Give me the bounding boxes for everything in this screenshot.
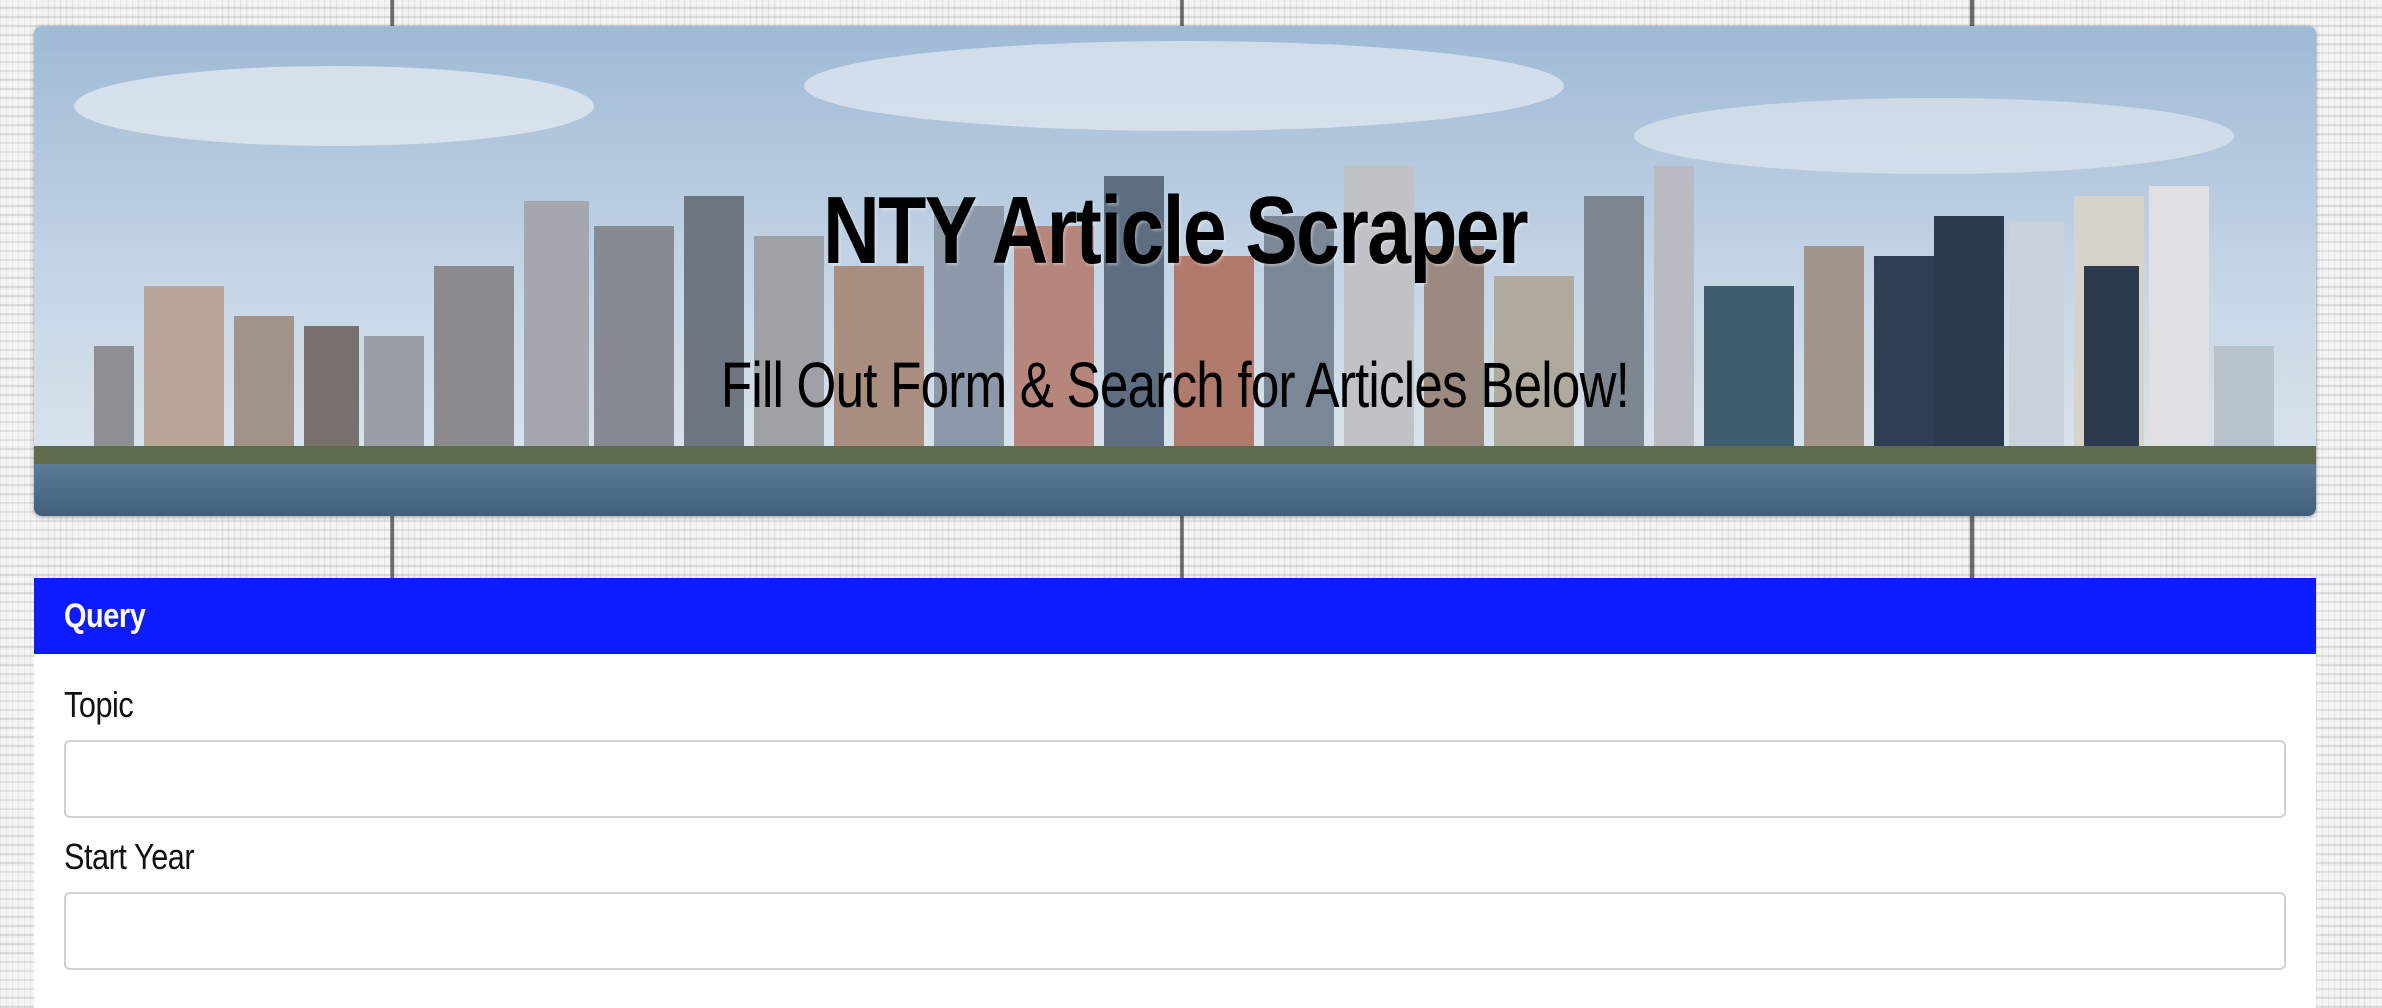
query-panel: Query Topic Start Year xyxy=(34,578,2316,1008)
topic-label: Topic xyxy=(64,684,134,725)
page-subtitle: Fill Out Form & Search for Articles Belo… xyxy=(720,349,1630,421)
jumbotron: NTY Article Scraper Fill Out Form & Sear… xyxy=(34,26,2316,516)
page-title: NTY Article Scraper xyxy=(823,177,1529,284)
topic-input[interactable] xyxy=(64,740,2286,818)
query-panel-heading: Query xyxy=(34,578,2316,654)
query-panel-title: Query xyxy=(64,596,146,635)
start-year-label: Start Year xyxy=(64,836,195,877)
query-form: Topic Start Year xyxy=(34,680,2316,970)
start-year-input[interactable] xyxy=(64,892,2286,970)
